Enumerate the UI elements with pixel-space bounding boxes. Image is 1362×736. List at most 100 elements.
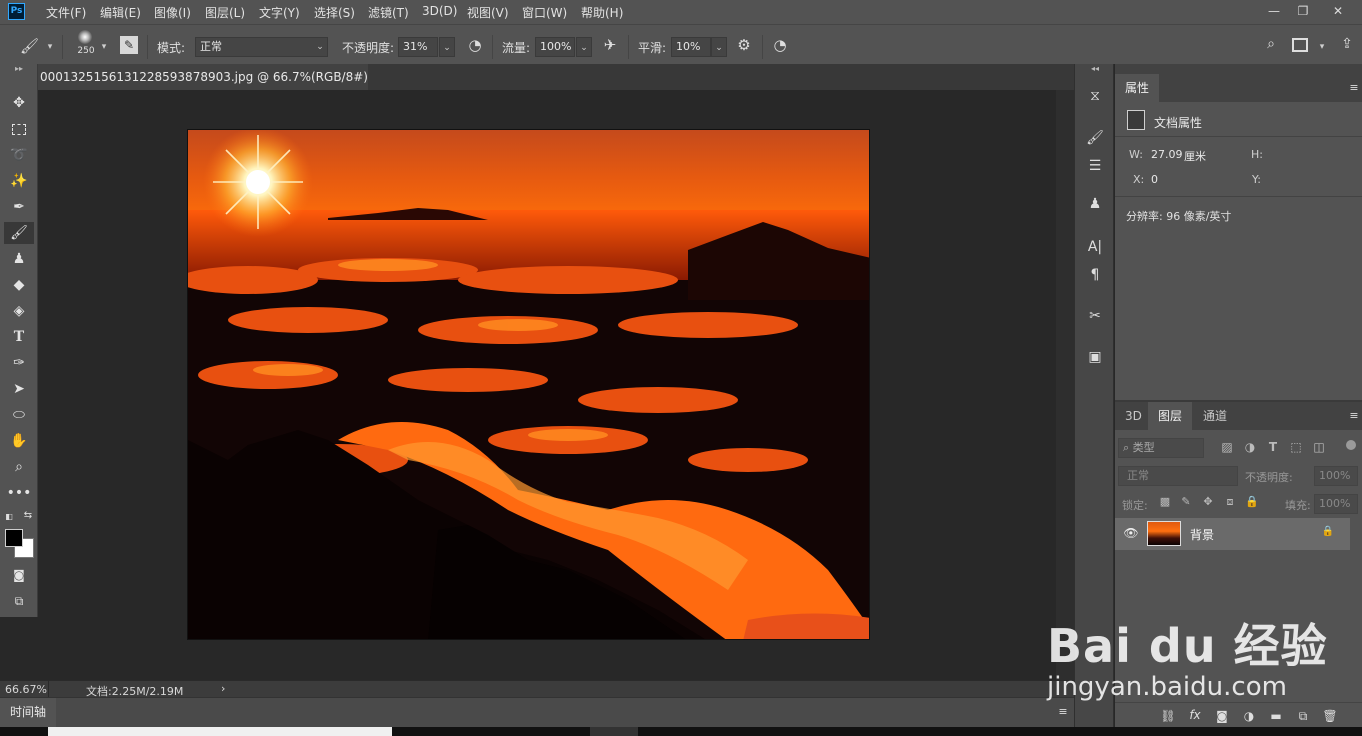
brush-preview-icon[interactable]: [78, 30, 92, 44]
path-select-icon[interactable]: ➤: [4, 378, 34, 400]
eyedropper-icon[interactable]: ✒: [4, 196, 34, 218]
close-icon[interactable]: ✕: [1325, 2, 1351, 20]
menu-layer[interactable]: 图层(L): [205, 4, 245, 21]
minimize-icon[interactable]: —: [1261, 2, 1287, 20]
search-icon[interactable]: ⌕: [1261, 36, 1281, 56]
type-tool-icon[interactable]: T: [4, 326, 34, 348]
lock-transparency-icon[interactable]: ▩: [1158, 495, 1172, 509]
width-value[interactable]: 27.09: [1151, 148, 1183, 161]
magic-wand-icon[interactable]: ✨: [4, 170, 34, 192]
paint-bucket-icon[interactable]: ◈: [4, 300, 34, 322]
opacity-input[interactable]: 31%: [398, 37, 438, 57]
brush-tool-icon[interactable]: 🖌: [20, 37, 39, 55]
character-icon[interactable]: A|: [1084, 239, 1106, 259]
lock-pixels-icon[interactable]: ✎: [1179, 495, 1193, 509]
workspace-icon[interactable]: [1292, 38, 1308, 52]
layer-row[interactable]: 👁 背景 🔒: [1115, 518, 1350, 550]
new-layer-icon[interactable]: ⧉: [1295, 709, 1311, 725]
paragraph-icon[interactable]: ¶: [1084, 267, 1106, 287]
folder-icon[interactable]: ▬: [1268, 709, 1284, 725]
fx-icon[interactable]: fx: [1187, 708, 1203, 724]
adjustments-icon[interactable]: ☰: [1084, 158, 1106, 178]
share-icon[interactable]: ⇪: [1337, 36, 1357, 56]
pressure-size-icon[interactable]: ◔: [770, 36, 790, 56]
tab-properties[interactable]: 属性: [1115, 74, 1160, 102]
swap-colors-icon[interactable]: ⇆: [22, 510, 34, 522]
panel-menu-icon[interactable]: ≡: [1347, 409, 1361, 423]
link-layers-icon[interactable]: ⛓: [1160, 709, 1176, 725]
brush-panel-icon[interactable]: ✎: [120, 36, 138, 54]
lasso-tool-icon[interactable]: ➰: [4, 144, 34, 166]
lock-position-icon[interactable]: ✥: [1201, 495, 1215, 509]
tool-presets-icon[interactable]: ✂: [1084, 308, 1106, 328]
pen-tool-icon[interactable]: ✑: [4, 352, 34, 374]
lock-artboard-icon[interactable]: ⧈: [1223, 495, 1237, 509]
adjustment-filter-icon[interactable]: ◑: [1242, 440, 1258, 456]
lock-all-icon[interactable]: 🔒: [1245, 495, 1259, 509]
pressure-opacity-icon[interactable]: ◔: [465, 36, 485, 56]
panel-menu-icon[interactable]: ≡: [1055, 705, 1071, 719]
sunset-cloud-image[interactable]: [187, 129, 870, 640]
layer-name[interactable]: 背景: [1190, 526, 1214, 543]
move-tool-icon[interactable]: ✥: [4, 92, 34, 114]
menu-type[interactable]: 文字(Y): [259, 4, 300, 21]
menu-view[interactable]: 视图(V): [467, 4, 509, 21]
clone-source-icon[interactable]: ♟: [1084, 196, 1106, 216]
status-menu-icon[interactable]: ›: [221, 682, 225, 695]
flow-input[interactable]: 100%: [535, 37, 575, 57]
document-tab[interactable]: 0001325156131228593878903.jpg @ 66.7%(RG…: [38, 64, 368, 90]
tab-3d[interactable]: 3D: [1115, 402, 1152, 430]
screen-mode-icon[interactable]: ⧉: [4, 590, 34, 612]
smoothing-input[interactable]: 10%: [671, 37, 711, 57]
brush-tool-icon[interactable]: 🖌: [4, 222, 34, 244]
history-icon[interactable]: ⧖: [1084, 88, 1106, 108]
mode-select[interactable]: 正常: [195, 37, 328, 57]
layer-opacity-input[interactable]: 100%: [1314, 466, 1358, 486]
zoom-tool-icon[interactable]: ⌕: [4, 456, 34, 478]
panel-menu-icon[interactable]: ≡: [1347, 81, 1361, 95]
hand-tool-icon[interactable]: ✋: [4, 430, 34, 452]
libraries-icon[interactable]: ▣: [1084, 349, 1106, 369]
brush-settings-icon[interactable]: 🖌: [1084, 130, 1106, 150]
gear-icon[interactable]: ⚙: [734, 36, 754, 56]
collapse-icon[interactable]: ◂◂: [1085, 64, 1105, 74]
menu-edit[interactable]: 编辑(E): [100, 4, 141, 21]
fill-input[interactable]: 100%: [1314, 494, 1358, 514]
menu-file[interactable]: 文件(F): [46, 4, 86, 21]
chevron-down-icon[interactable]: ⌄: [576, 37, 592, 57]
x-value[interactable]: 0: [1151, 173, 1158, 186]
type-filter-icon[interactable]: T: [1265, 440, 1281, 456]
menu-image[interactable]: 图像(I): [154, 4, 191, 21]
foreground-color-swatch[interactable]: [5, 529, 23, 547]
width-unit[interactable]: 厘米: [1184, 148, 1206, 164]
chevron-down-icon[interactable]: ▾: [96, 37, 112, 57]
airbrush-icon[interactable]: ✈: [600, 36, 620, 56]
menu-help[interactable]: 帮助(H): [581, 4, 623, 21]
eraser-icon[interactable]: ◆: [4, 274, 34, 296]
default-colors-icon[interactable]: ◧: [4, 512, 14, 522]
menu-3d[interactable]: 3D(D): [422, 4, 457, 18]
quick-mask-icon[interactable]: ◙: [4, 564, 34, 586]
adjustment-layer-icon[interactable]: ◑: [1241, 709, 1257, 725]
chevron-down-icon[interactable]: ▾: [1314, 37, 1330, 57]
blend-mode-select[interactable]: 正常: [1118, 466, 1238, 486]
shape-filter-icon[interactable]: ⬚: [1288, 440, 1304, 456]
more-tools-icon[interactable]: •••: [4, 482, 34, 504]
chevron-down-icon[interactable]: ▾: [42, 37, 58, 57]
tab-timeline[interactable]: 时间轴: [0, 698, 56, 727]
eye-icon[interactable]: 👁: [1123, 526, 1139, 542]
add-mask-icon[interactable]: ◙: [1214, 709, 1230, 725]
trash-icon[interactable]: 🗑: [1322, 709, 1338, 725]
pixel-filter-icon[interactable]: ▨: [1219, 440, 1235, 456]
layer-filter-select[interactable]: ⌕ 类型: [1118, 438, 1204, 458]
ellipse-tool-icon[interactable]: ⬭: [4, 404, 34, 426]
marquee-tool-icon[interactable]: [4, 118, 34, 140]
tab-layers[interactable]: 图层: [1148, 402, 1193, 430]
smart-object-filter-icon[interactable]: ◫: [1311, 440, 1327, 456]
menu-window[interactable]: 窗口(W): [522, 4, 567, 21]
filter-toggle[interactable]: [1346, 440, 1356, 450]
tab-channels[interactable]: 通道: [1193, 402, 1237, 430]
chevron-down-icon[interactable]: ⌄: [711, 37, 727, 57]
clone-stamp-icon[interactable]: ♟: [4, 248, 34, 270]
collapse-icon[interactable]: ▸▸: [6, 64, 32, 74]
